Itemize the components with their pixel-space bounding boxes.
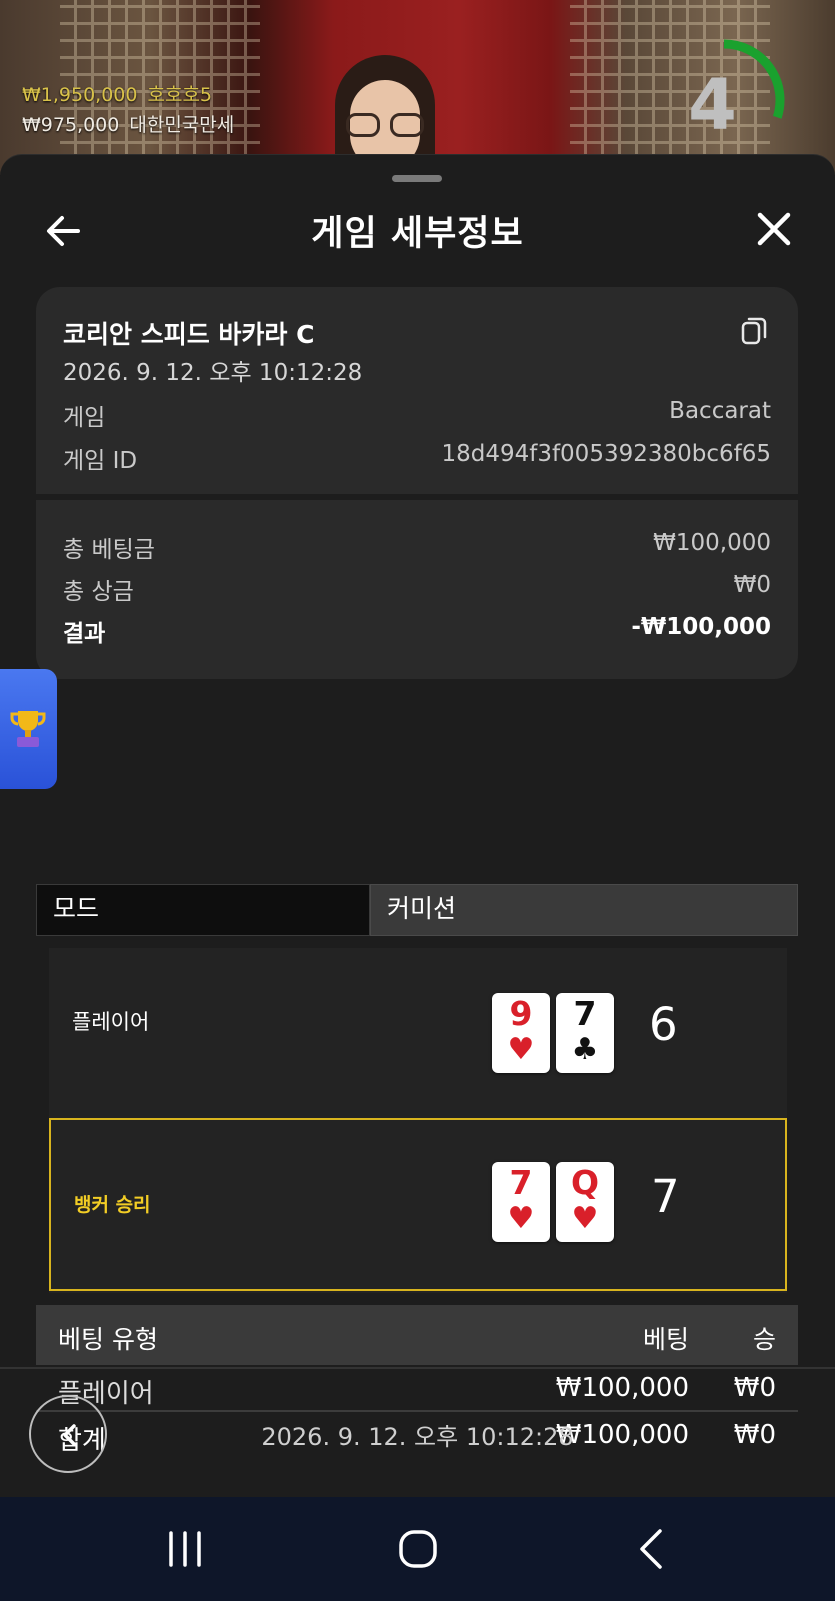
result-label: 결과 [63,621,106,647]
column-header-win: 승 [752,1325,776,1354]
mode-value: 커미션 [370,884,798,936]
game-type-label: 게임 [63,405,106,431]
player-hand-label: 플레이어 [72,1010,150,1034]
total-prize-value: ₩0 [733,572,771,598]
system-navigation-bar [0,1497,835,1601]
club-suit-icon: ♣ [571,1032,599,1067]
total-prize-label: 총 상금 [63,579,134,605]
copy-icon [741,317,767,345]
close-icon [757,212,791,246]
column-header-bet-type: 베팅 유형 [58,1325,158,1354]
card-rank: Q [570,1163,600,1202]
close-button[interactable] [752,207,796,251]
bets-table-header: 베팅 유형 베팅 승 [36,1305,798,1365]
game-datetime: 2026. 9. 12. 오후 10:12:28 [63,360,363,386]
playing-card: 7 ♥ [492,1162,550,1242]
page-title: 게임 세부정보 [311,214,524,254]
leaderboard-name: 호호호5 [147,84,213,106]
card-rank: 7 [573,994,597,1033]
live-video-background: ₩1,950,000 호호호5 ₩975,000 대한민국만세 4 [0,0,835,175]
sheet-drag-handle[interactable] [392,175,442,182]
game-id-label: 게임 ID [63,448,138,474]
leaderboard-amount: ₩975,000 [22,114,120,136]
total-bet-label: 총 베팅금 [63,537,155,563]
playing-card: 7 ♣ [556,993,614,1073]
mode-row: 모드 커미션 [36,884,798,936]
heart-suit-icon: ♥ [571,1201,599,1236]
home-button[interactable] [388,1525,448,1573]
playing-card: 9 ♥ [492,993,550,1073]
back-icon [640,1529,662,1569]
game-id-row: 게임 ID 18d494f3f005392380bc6f65 [63,441,771,475]
home-icon [399,1530,437,1568]
recents-button[interactable] [155,1525,215,1573]
player-score: 6 [649,998,678,1051]
countdown-timer: 4 [660,36,788,164]
player-hand: 플레이어 9 ♥ 7 ♣ 6 [49,948,787,1116]
winners-leaderboard: ₩1,950,000 호호호5 ₩975,000 대한민국만세 [22,80,234,140]
recents-icon [169,1531,201,1567]
card-rank: 7 [509,1163,533,1202]
game-details-sheet: 게임 세부정보 코리안 스피드 바카라 C 2026. 9. 12. 오후 10… [0,154,835,1497]
leaderboard-row: ₩1,950,000 호호호5 [22,80,234,110]
round-result: 플레이어 9 ♥ 7 ♣ 6 뱅커 승리 7 ♥ Q ♥ 7 [49,948,787,1293]
sheet-header: 게임 세부정보 [0,195,835,265]
result-value: -₩100,000 [631,614,771,640]
banker-hand-winner: 뱅커 승리 7 ♥ Q ♥ 7 [49,1118,787,1291]
leaderboard-name: 대한민국만세 [129,114,235,136]
system-back-button[interactable] [622,1525,682,1573]
banker-score: 7 [651,1170,680,1223]
table-row: 플레이어 ₩100,000 ₩0 [36,1365,798,1412]
divider [36,494,798,500]
leaderboard-side-tab[interactable] [0,669,57,789]
game-id-value[interactable]: 18d494f3f005392380bc6f65 [441,441,771,475]
total-bet-row: 총 베팅금 ₩100,000 [63,530,771,564]
heart-suit-icon: ♥ [507,1032,535,1067]
game-type-value: Baccarat [669,398,771,424]
trophy-icon [10,711,46,747]
game-info-section: 코리안 스피드 바카라 C 2026. 9. 12. 오후 10:12:28 게… [36,287,798,494]
playing-card: Q ♥ [556,1162,614,1242]
copy-button[interactable] [740,315,768,347]
card-rank: 9 [509,994,533,1033]
total-bet-value: ₩100,000 [653,530,771,556]
column-header-bet: 베팅 [642,1325,689,1354]
heart-suit-icon: ♥ [507,1201,535,1236]
leaderboard-row: ₩975,000 대한민국만세 [22,110,234,140]
mode-label: 모드 [36,884,370,936]
game-info-card: 코리안 스피드 바카라 C 2026. 9. 12. 오후 10:12:28 게… [36,287,798,679]
game-type-row: 게임 Baccarat [63,398,771,432]
win-amount-cell: ₩0 [733,1373,776,1403]
total-prize-row: 총 상금 ₩0 [63,572,771,606]
banker-hand-label: 뱅커 승리 [74,1194,151,1216]
footer-datetime: 2026. 9. 12. 오후 10:12:28 [261,1423,574,1451]
game-name: 코리안 스피드 바카라 C [63,320,315,349]
leaderboard-amount: ₩1,950,000 [22,84,138,106]
bet-amount-cell: ₩100,000 [555,1373,689,1403]
timer-value: 4 [688,64,737,146]
footer-divider [0,1367,835,1369]
result-row: 결과 -₩100,000 [63,614,771,648]
